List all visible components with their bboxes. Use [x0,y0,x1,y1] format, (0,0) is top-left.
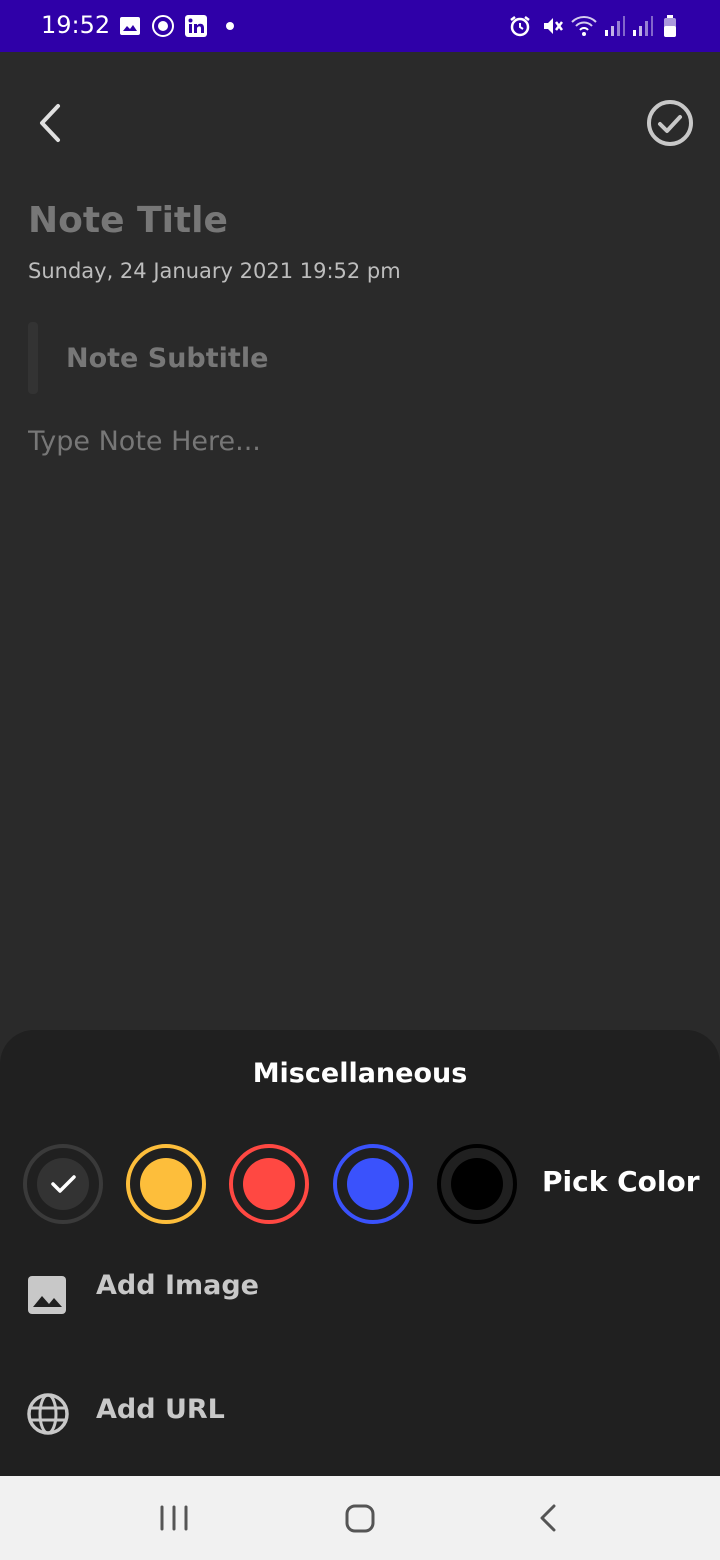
recents-button[interactable] [152,1496,196,1540]
add-url-row[interactable]: Add URL [0,1370,720,1460]
status-time: 19:52 [41,11,111,39]
nav-back-icon [540,1504,556,1532]
color-dot-yellow [140,1158,192,1210]
add-image-row[interactable]: Add Image [0,1250,720,1340]
back-button[interactable] [24,96,80,152]
home-button[interactable] [338,1496,382,1540]
color-dot-red [243,1158,295,1210]
recents-icon [160,1505,188,1531]
home-icon [345,1504,375,1533]
vibrate-mute-icon [544,18,563,34]
color-swatch-blue[interactable] [333,1144,413,1224]
signal-icon [633,16,653,36]
note-subtitle-input[interactable] [66,338,666,378]
color-dot-blue [347,1158,399,1210]
color-swatch-yellow[interactable] [126,1144,206,1224]
gallery-icon [120,17,140,35]
wifi-icon [571,16,597,36]
save-note-button[interactable] [642,96,698,152]
signal-icon [605,16,625,36]
alarm-icon [510,16,530,37]
globe-icon [27,1393,69,1435]
check-circle-icon [647,100,693,146]
color-swatch-default[interactable] [23,1144,103,1224]
note-title-input[interactable] [28,196,688,244]
status-bar: 19:52 [0,0,720,52]
miscellaneous-title[interactable]: Miscellaneous [0,1058,720,1089]
note-date-time: Sunday, 24 January 2021 19:52 pm [28,259,401,283]
add-image-label: Add Image [96,1270,259,1301]
image-icon [28,1276,66,1314]
subtitle-indicator [28,322,38,394]
note-body-input[interactable] [28,426,688,986]
color-swatch-black[interactable] [437,1144,517,1224]
battery-icon [664,15,676,37]
linkedin-icon [185,15,207,37]
add-url-label: Add URL [96,1394,225,1425]
pick-color-label: Pick Color [542,1165,700,1198]
color-swatch-red[interactable] [229,1144,309,1224]
dot-icon [226,22,234,30]
check-icon [51,1175,76,1193]
nav-back-button[interactable] [526,1496,570,1540]
color-dot-black [451,1158,503,1210]
club-badge-icon [152,15,174,37]
back-arrow-icon [40,104,60,142]
